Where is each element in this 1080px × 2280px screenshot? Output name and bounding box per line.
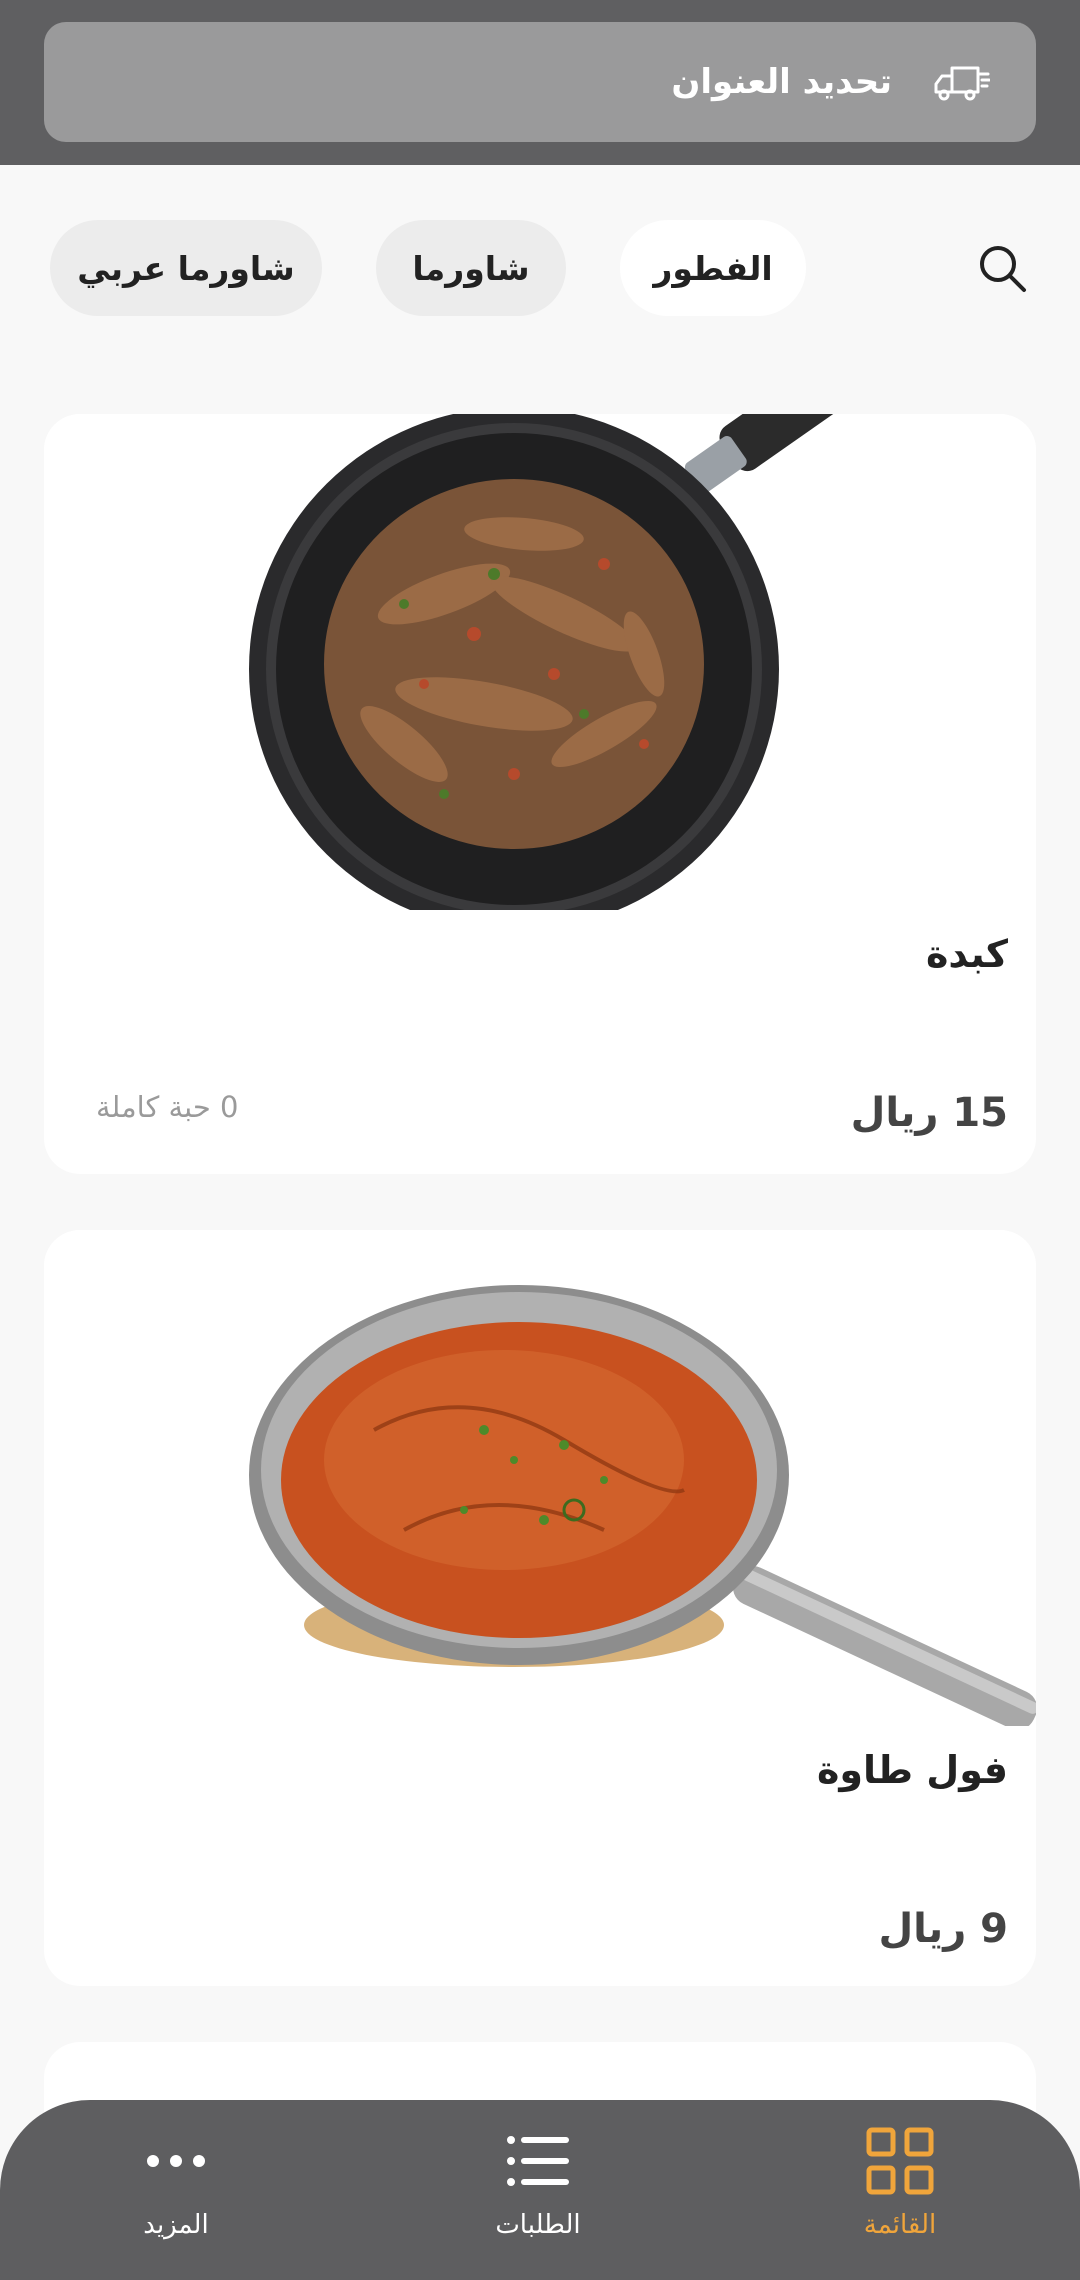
set-address-button[interactable]: تحديد العنوان: [44, 22, 1036, 142]
chip-label: الفطور: [653, 248, 773, 288]
chip-label: شاورما: [412, 248, 530, 288]
nav-menu[interactable]: القائمة: [790, 2126, 1010, 2266]
list-icon: [507, 2136, 569, 2186]
chip-shawarma[interactable]: شاورما: [376, 220, 566, 316]
chip-arabic-shawarma[interactable]: شاورما عربي: [50, 220, 322, 316]
set-address-label: تحديد العنوان: [671, 62, 892, 102]
item-price: 9 ريال: [878, 1906, 1008, 1952]
top-bar: تحديد العنوان: [0, 0, 1080, 165]
item-name: فول طاوة: [816, 1748, 1008, 1792]
bottom-navigation: القائمة الطلبات المزيد: [0, 2100, 1080, 2280]
category-filter-bar: الفطور شاورما شاورما عربي: [0, 220, 1080, 316]
delivery-truck-icon: [934, 66, 990, 101]
menu-item-card[interactable]: فول طاوة 9 ريال: [44, 1230, 1036, 1986]
nav-more[interactable]: المزيد: [66, 2126, 286, 2266]
liver-dish-image: [44, 414, 1036, 910]
nav-orders-label: الطلبات: [495, 2210, 581, 2240]
foul-dish-image: [44, 1230, 1036, 1726]
search-icon[interactable]: [974, 240, 1030, 296]
nav-more-label: المزيد: [143, 2210, 209, 2240]
grid-icon: [866, 2127, 934, 2195]
chip-breakfast[interactable]: الفطور: [620, 220, 806, 316]
chip-label: شاورما عربي: [77, 248, 295, 288]
item-quantity-note: 0 حبة كاملة: [96, 1090, 239, 1124]
menu-item-card[interactable]: كبدة 15 ريال 0 حبة كاملة: [44, 414, 1036, 1174]
item-price: 15 ريال: [850, 1090, 1008, 1136]
item-name: كبدة: [926, 932, 1008, 976]
nav-menu-label: القائمة: [863, 2210, 937, 2240]
more-dots-icon: [147, 2155, 205, 2167]
nav-orders[interactable]: الطلبات: [428, 2126, 648, 2266]
